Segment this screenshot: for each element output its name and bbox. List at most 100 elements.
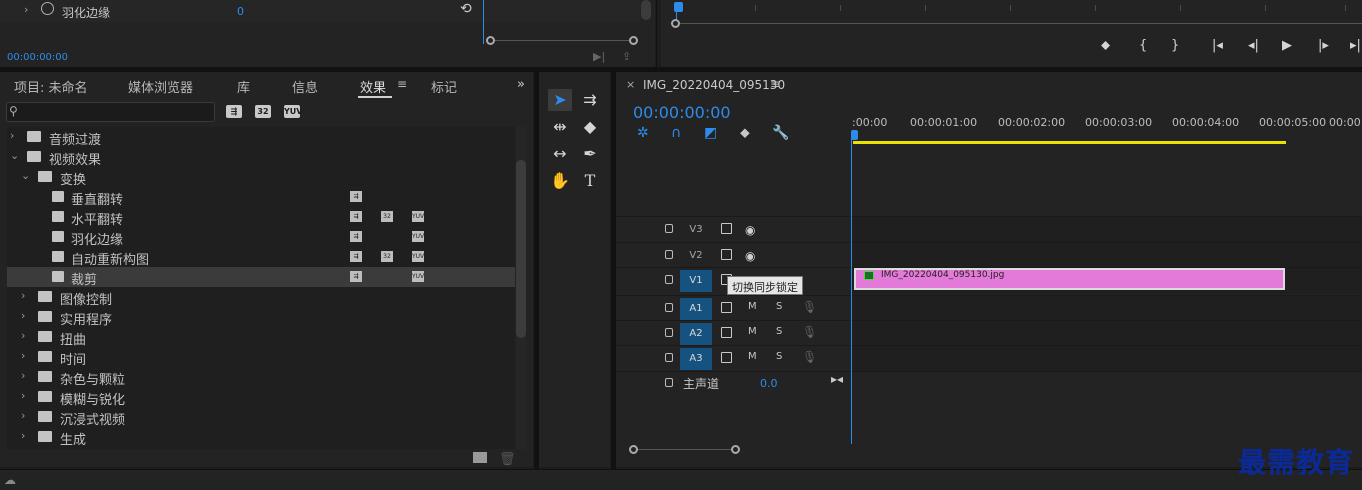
eye-icon[interactable]: ◉: [745, 223, 755, 237]
panel-divider[interactable]: [656, 0, 657, 68]
linked-selection-icon[interactable]: ◩: [704, 125, 717, 141]
tree-folder-blur-sharpen[interactable]: › 模糊与锐化: [7, 387, 515, 408]
zoom-handle[interactable]: [671, 19, 680, 28]
track-name[interactable]: V3: [680, 219, 712, 241]
yuv-effects-icon[interactable]: YUV: [284, 105, 302, 118]
track-name[interactable]: V2: [680, 245, 712, 267]
scroll-handle-right[interactable]: [629, 36, 638, 45]
tree-folder-generate[interactable]: › 生成: [7, 427, 515, 448]
lock-icon[interactable]: [665, 378, 673, 387]
play-icon[interactable]: ▶: [1282, 38, 1292, 53]
tree-effect-auto-reframe[interactable]: 自动重新构图 ⇶ 32 YUV: [7, 247, 515, 268]
track-name[interactable]: A1: [680, 298, 712, 320]
nest-toggle-icon[interactable]: ✲: [637, 125, 649, 141]
chevron-down-icon[interactable]: ⌄: [21, 169, 30, 182]
mute-button[interactable]: M: [748, 351, 757, 362]
program-playhead[interactable]: [674, 2, 683, 12]
sync-lock-icon[interactable]: [721, 327, 732, 338]
microphone-icon[interactable]: 🎙: [802, 300, 817, 314]
chevron-right-icon[interactable]: ›: [21, 289, 25, 302]
effects-menu-icon[interactable]: ≡: [397, 77, 407, 91]
track-lane[interactable]: [852, 296, 1362, 322]
tree-effect-crop[interactable]: 裁剪 ⇶ YUV: [7, 267, 515, 288]
tab-effects[interactable]: 效果: [360, 77, 386, 96]
slip-tool-icon[interactable]: ↔: [548, 143, 572, 165]
tree-folder-video-effects[interactable]: ⌄ 视频效果: [7, 147, 515, 168]
timeline-timecode[interactable]: 00:00:00:00: [633, 103, 731, 122]
scroll-handle-left[interactable]: [629, 445, 638, 454]
eye-icon[interactable]: ◉: [745, 249, 755, 263]
tree-folder-audio-transitions[interactable]: › 音频过渡: [7, 127, 515, 148]
tree-scrollbar-thumb[interactable]: [516, 160, 526, 338]
mute-button[interactable]: M: [748, 326, 757, 337]
tree-folder-noise-grain[interactable]: › 杂色与颗粒: [7, 367, 515, 388]
step-forward-icon[interactable]: |▸: [1318, 38, 1329, 53]
track-lane[interactable]: [852, 321, 1362, 347]
add-marker-icon[interactable]: ⬥: [1101, 38, 1110, 53]
chevron-right-icon[interactable]: ›: [21, 389, 25, 402]
selection-tool-icon[interactable]: ➤: [548, 89, 572, 111]
type-tool-icon[interactable]: T: [578, 170, 602, 192]
snap-icon[interactable]: ∩: [671, 125, 681, 141]
property-value[interactable]: 0: [237, 5, 244, 18]
track-lane[interactable]: [852, 243, 1362, 269]
fx-vertical-scrollbar[interactable]: [641, 0, 651, 20]
lock-icon[interactable]: [665, 328, 673, 337]
track-name[interactable]: A3: [680, 348, 712, 370]
tab-info[interactable]: 信息: [292, 77, 318, 96]
fx-timecode[interactable]: 00:00:00:00: [7, 52, 68, 63]
tree-effect-feather-edges[interactable]: 羽化边缘 ⇶ YUV: [7, 227, 515, 248]
lock-icon[interactable]: [665, 224, 673, 233]
accelerated-effects-icon[interactable]: ⇶: [226, 105, 242, 118]
chevron-down-icon[interactable]: ⌄: [10, 149, 19, 162]
new-bin-icon[interactable]: [473, 452, 487, 463]
pen-tool-icon[interactable]: ✒: [578, 143, 602, 165]
tree-folder-utility[interactable]: › 实用程序: [7, 307, 515, 328]
close-tab-icon[interactable]: ×: [626, 78, 635, 91]
program-zoom-bar[interactable]: [671, 19, 1362, 28]
solo-button[interactable]: S: [776, 326, 782, 337]
sequence-menu-icon[interactable]: ≡: [770, 77, 780, 91]
chevron-right-icon[interactable]: ›: [21, 409, 25, 422]
track-name[interactable]: V1: [680, 270, 712, 292]
mark-out-icon[interactable]: }: [1171, 38, 1179, 53]
chevron-right-icon[interactable]: ›: [21, 329, 25, 342]
scroll-handle-left[interactable]: [486, 36, 495, 45]
32bit-effects-icon[interactable]: 32: [255, 105, 271, 118]
go-to-end-icon[interactable]: ▸◂: [831, 372, 843, 386]
step-back-icon[interactable]: ◂|: [1248, 38, 1259, 53]
tree-folder-distort[interactable]: › 扭曲: [7, 327, 515, 348]
tree-effect-vertical-flip[interactable]: 垂直翻转 ⇶: [7, 187, 515, 208]
effect-property-row[interactable]: › 羽化边缘 0 ⟲: [0, 0, 640, 22]
tree-folder-immersive-video[interactable]: › 沉浸式视频: [7, 407, 515, 428]
sync-status-icon[interactable]: ☁: [4, 473, 16, 487]
microphone-icon[interactable]: 🎙: [802, 350, 817, 364]
lock-icon[interactable]: [665, 303, 673, 312]
play-audio-icon[interactable]: ▶|: [593, 50, 605, 63]
chevron-right-icon[interactable]: ›: [10, 129, 14, 142]
sync-lock-icon[interactable]: [721, 352, 732, 363]
work-area-bar[interactable]: [853, 141, 1286, 144]
chevron-right-icon[interactable]: ›: [21, 369, 25, 382]
program-ruler[interactable]: [675, 0, 1355, 20]
effects-search-input[interactable]: [6, 102, 215, 122]
tab-libraries[interactable]: 库: [237, 77, 250, 96]
lock-icon[interactable]: [665, 275, 673, 284]
tab-media-browser[interactable]: 媒体浏览器: [128, 77, 193, 96]
tree-folder-image-control[interactable]: › 图像控制: [7, 287, 515, 308]
razor-tool-icon[interactable]: ◆: [578, 116, 602, 138]
solo-button[interactable]: S: [776, 351, 782, 362]
sync-lock-icon[interactable]: [721, 302, 732, 313]
ripple-edit-tool-icon[interactable]: ⇹: [548, 116, 572, 138]
lock-icon[interactable]: [665, 353, 673, 362]
track-lane[interactable]: [852, 346, 1362, 372]
track-select-tool-icon[interactable]: ⇉: [578, 89, 602, 111]
fx-zoom-scrollbar[interactable]: [486, 36, 638, 45]
tree-effect-horizontal-flip[interactable]: 水平翻转 ⇶ 32 YUV: [7, 207, 515, 228]
add-marker-icon[interactable]: ⬥: [740, 125, 750, 141]
track-lane[interactable]: [852, 217, 1362, 243]
solo-button[interactable]: S: [776, 301, 782, 312]
sync-lock-icon[interactable]: [721, 223, 732, 234]
go-to-out-icon[interactable]: ▸|: [1350, 38, 1361, 53]
reset-icon[interactable]: ⟲: [460, 1, 472, 17]
